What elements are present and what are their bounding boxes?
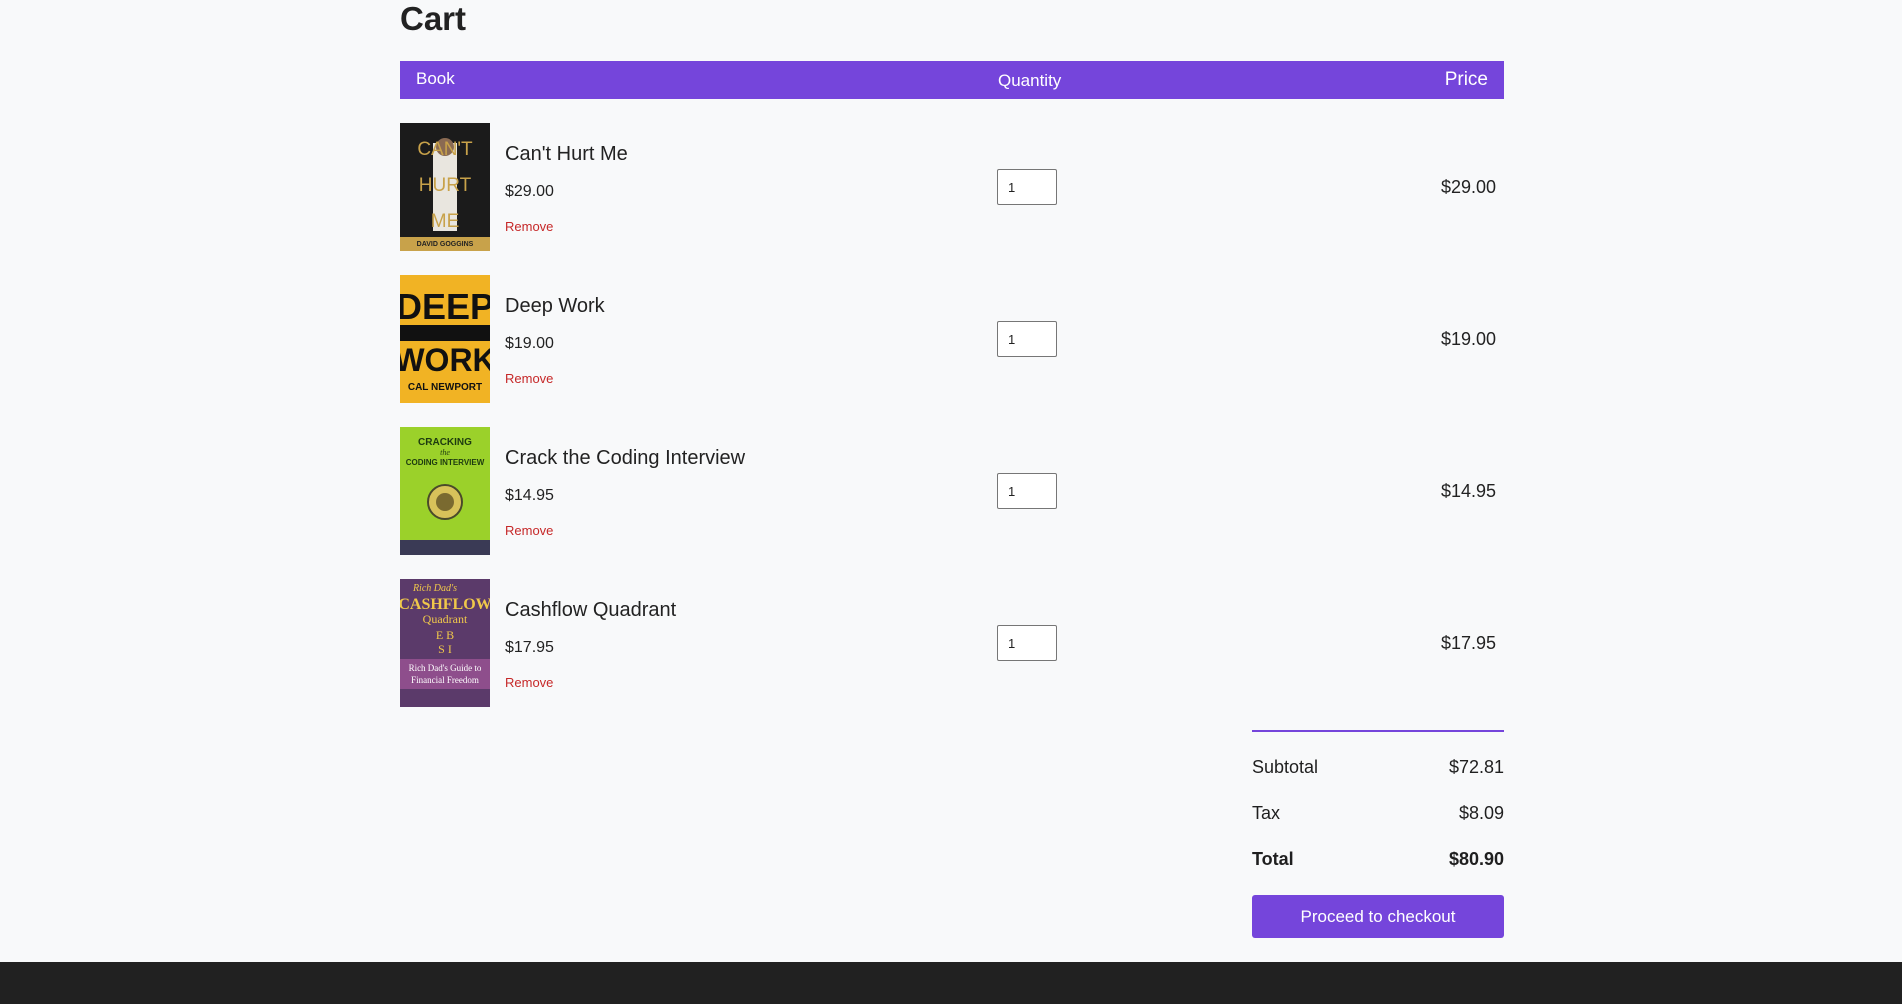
- cart-row: Rich Dad's CASHFLOW Quadrant E B S I Ric…: [400, 579, 1504, 707]
- cover-line: DEEP: [400, 286, 490, 327]
- cart-row: DEEP WORK CAL NEWPORT Deep Work $19.00 R…: [400, 275, 1504, 403]
- book-cover: CRACKING the CODING INTERVIEW: [400, 427, 490, 555]
- cart-table-header: Book Quantity Price: [400, 61, 1504, 99]
- book-title: Crack the Coding Interview: [505, 447, 746, 469]
- summary-divider: [1252, 730, 1504, 732]
- cover-line: ME: [431, 211, 460, 232]
- header-price: Price: [1444, 69, 1488, 90]
- tax-value: $8.09: [1458, 803, 1504, 823]
- cart-row: CRACKING the CODING INTERVIEW Crack the …: [400, 427, 1504, 555]
- book-cover: DEEP WORK CAL NEWPORT: [400, 275, 490, 403]
- cover-line: S I: [438, 642, 452, 656]
- book-unit-price: $29.00: [505, 183, 554, 200]
- total-label: Total: [1252, 849, 1294, 869]
- book-title: Can't Hurt Me: [505, 143, 628, 165]
- remove-link[interactable]: Remove: [505, 219, 553, 234]
- line-price: $17.95: [1440, 633, 1496, 653]
- line-price: $19.00: [1440, 329, 1496, 349]
- cover-line: the: [440, 448, 450, 457]
- quantity-input[interactable]: [997, 473, 1057, 509]
- book-unit-price: $17.95: [505, 639, 554, 656]
- page-title: Cart: [400, 0, 467, 37]
- total-value: $80.90: [1448, 849, 1504, 869]
- book-cover: Rich Dad's CASHFLOW Quadrant E B S I Ric…: [400, 579, 490, 707]
- cover-line: WORK: [400, 342, 490, 378]
- header-book: Book: [416, 69, 455, 88]
- quantity-input[interactable]: [997, 321, 1057, 357]
- page-footer: [0, 962, 1902, 1004]
- remove-link[interactable]: Remove: [505, 371, 553, 386]
- line-price: $14.95: [1440, 481, 1496, 501]
- remove-link[interactable]: Remove: [505, 523, 553, 538]
- book-cover: CAN'T HURT ME DAVID GOGGINS: [400, 123, 490, 251]
- cover-author: CAL NEWPORT: [408, 382, 482, 393]
- cover-author: DAVID GOGGINS: [417, 241, 474, 248]
- tax-label: Tax: [1252, 803, 1281, 823]
- cover-line: Rich Dad's: [412, 583, 457, 594]
- cover-line: Quadrant: [423, 612, 468, 626]
- cover-line: HURT: [419, 175, 472, 196]
- quantity-input[interactable]: [997, 169, 1057, 205]
- proceed-to-checkout-button[interactable]: Proceed to checkout: [1252, 895, 1504, 938]
- header-quantity: Quantity: [998, 71, 1062, 90]
- cover-line: Financial Freedom: [411, 675, 479, 685]
- book-title: Cashflow Quadrant: [505, 599, 677, 621]
- cover-line: CODING INTERVIEW: [406, 458, 485, 467]
- cover-line: CRACKING: [418, 437, 472, 448]
- cover-line: CASHFLOW: [400, 596, 490, 613]
- cart-row: CAN'T HURT ME DAVID GOGGINS Can't Hurt M…: [400, 123, 1504, 251]
- subtotal-label: Subtotal: [1252, 757, 1319, 777]
- remove-link[interactable]: Remove: [505, 675, 553, 690]
- subtotal-value: $72.81: [1448, 757, 1504, 777]
- book-unit-price: $14.95: [505, 487, 554, 504]
- line-price: $29.00: [1440, 177, 1496, 197]
- cover-line: CAN'T: [417, 139, 473, 160]
- book-unit-price: $19.00: [505, 335, 554, 352]
- cover-line: Rich Dad's Guide to: [409, 663, 482, 673]
- quantity-input[interactable]: [997, 625, 1057, 661]
- book-title: Deep Work: [505, 295, 605, 317]
- cover-line: E B: [436, 628, 454, 642]
